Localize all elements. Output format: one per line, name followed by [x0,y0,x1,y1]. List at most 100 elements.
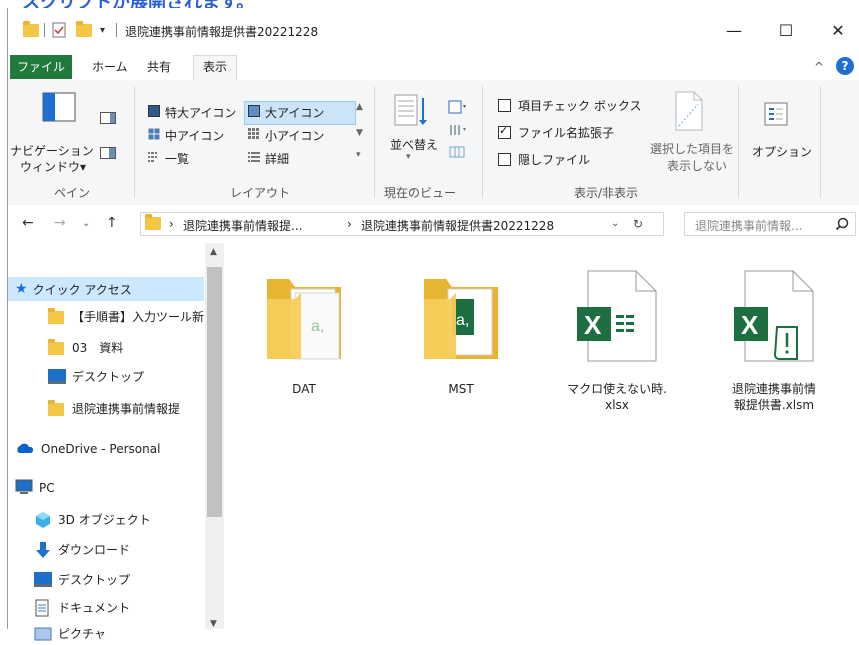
group-by-icon[interactable] [448,100,468,117]
scrollbar-thumb[interactable] [207,267,222,517]
file-name: MST [448,382,474,396]
navigation-pane-dropdown[interactable]: ウィンドウ▾ [20,158,86,175]
nav-item-discharge[interactable]: 退院連携事前情報提 [8,396,204,420]
forward-button[interactable]: → [54,215,66,231]
pc-icon [15,479,33,498]
file-name: 退院連携事前情 [731,382,816,396]
nav-pc[interactable]: PC [8,476,204,500]
search-input[interactable]: 退院連携事前情報... [695,217,802,234]
nav-item-label: ダウンロード [58,542,131,557]
options-button[interactable]: オプション [752,143,812,160]
address-chevron-icon[interactable]: › [347,217,352,231]
layout-scroll-down-icon[interactable]: ▼ [356,128,363,138]
collapse-ribbon-icon[interactable]: ^ [814,60,824,74]
tab-view[interactable]: 表示 [193,55,238,81]
back-button[interactable]: ← [22,215,34,231]
address-bar[interactable]: › 退院連携事前情報提... › 退院連携事前情報提供書20221228 ⌄ ↻ [140,212,664,236]
tab-file[interactable]: ファイル [10,55,73,79]
cube-icon [34,510,52,528]
refresh-icon[interactable]: ↻ [633,217,643,231]
file-item[interactable]: a, MST [401,265,521,396]
new-folder-icon[interactable] [76,20,92,38]
file-item[interactable]: X 退院連携事前情 報提供書.xlsm [714,265,834,415]
breadcrumb-current[interactable]: 退院連携事前情報提供書20221228 [361,217,554,234]
up-button[interactable]: ↑ [106,215,118,231]
tab-home[interactable]: ホーム [83,56,137,78]
file-extensions-label[interactable]: ファイル名拡張子 [518,124,614,141]
address-dropdown-icon[interactable]: ⌄ [611,218,619,229]
star-icon: ★ [15,281,28,297]
preview-pane-icon[interactable] [100,112,116,127]
nav-downloads[interactable]: ダウンロード [8,537,204,561]
small-icons-option[interactable]: 小アイコン [265,127,324,144]
file-item[interactable]: X マクロ使えない時. xlsx [557,265,677,415]
details-pane-icon[interactable] [100,147,116,162]
group-label-current-view: 現在のビュー [384,186,457,200]
nav-item-manual[interactable]: 【手順書】入力ツール新 [8,304,204,328]
large-icons-icon [248,105,260,120]
scroll-down-icon[interactable]: ▼ [210,619,217,629]
nav-pictures[interactable]: ピクチャ [8,621,204,645]
layout-scroll-up-icon[interactable]: ▲ [356,102,363,112]
file-extensions-checkbox[interactable] [498,124,511,139]
medium-icons-option[interactable]: 中アイコン [165,127,224,144]
nav-pc-desktop[interactable]: デスクトップ [8,567,204,591]
nav-onedrive[interactable]: OneDrive - Personal [8,437,204,461]
hidden-items-checkbox[interactable] [498,153,511,166]
folder-icon [48,399,66,417]
nav-item-label: 【手順書】入力ツール新 [72,309,204,324]
recent-locations-icon[interactable]: ⌄ [82,218,90,229]
nav-quick-access[interactable]: ★ クイック アクセス [8,277,204,301]
navigation-pane: ★ クイック アクセス 【手順書】入力ツール新 03 資料 デスクトップ 退院連… [8,243,224,641]
nav-item-label: ピクチャ [58,626,106,641]
excel-macro-file-icon: X [734,270,814,362]
maximize-button[interactable]: ☐ [764,8,808,52]
hide-selected-label[interactable]: 選択した項目を [650,140,734,157]
extra-large-icons-option[interactable]: 特大アイコン [165,104,236,121]
nav-item-materials[interactable]: 03 資料 [8,335,204,359]
nav-item-desktop[interactable]: デスクトップ [8,364,204,388]
item-checkboxes-label[interactable]: 項目チェック ボックス [518,97,641,114]
minimize-button[interactable]: — [712,8,756,52]
nav-documents[interactable]: ドキュメント [8,595,204,619]
customize-toolbar-icon[interactable]: ▾ [100,22,105,38]
ribbon: ナビゲーション ウィンドウ▾ ペイン 特大アイコン 大アイコン ▲ 中アイコン … [8,80,859,206]
size-columns-icon[interactable] [448,144,466,163]
tab-share[interactable]: 共有 [138,56,180,78]
properties-icon[interactable] [52,22,66,38]
help-icon[interactable]: ? [836,57,854,75]
search-icon[interactable] [835,217,849,234]
add-columns-icon[interactable] [448,123,468,140]
nav-item-label: 3D オブジェクト [58,512,151,527]
nav-3d-objects[interactable]: 3D オブジェクト [8,507,204,531]
nav-item-label: デスクトップ [58,572,131,587]
sort-by-icon[interactable] [394,94,428,133]
hidden-items-label[interactable]: 隠しファイル [518,151,590,168]
hide-selected-label-2[interactable]: 表示しない [667,157,727,174]
hide-selected-items-icon[interactable] [674,90,704,135]
layout-more-icon[interactable]: ▾ [356,150,361,160]
nav-scrollbar[interactable]: ▲ ▼ [205,243,224,629]
svg-text:a,: a, [311,318,324,335]
search-box[interactable]: 退院連携事前情報... [684,212,856,236]
address-folder-icon [145,214,161,230]
navigation-pane-label[interactable]: ナビゲーション [10,142,94,159]
nav-item-label: ドキュメント [58,600,131,615]
sort-by-label[interactable]: 並べ替え [390,136,438,153]
scroll-up-icon[interactable]: ▲ [210,247,217,257]
download-icon [34,540,52,558]
address-chevron-icon[interactable]: › [169,217,174,231]
details-view-option[interactable]: 詳細 [265,150,289,167]
file-item[interactable]: a, DAT [244,265,364,396]
desktop-icon [34,570,52,588]
cloud-icon [15,442,35,457]
large-icons-option[interactable]: 大アイコン [265,104,324,121]
close-button[interactable]: ✕ [816,8,859,52]
item-checkboxes-checkbox[interactable] [498,99,511,112]
nav-onedrive-label: OneDrive - Personal [41,442,161,456]
options-icon[interactable] [764,102,788,129]
list-view-option[interactable]: 一覧 [165,150,189,167]
breadcrumb-parent[interactable]: 退院連携事前情報提... [183,217,302,234]
navigation-pane-icon[interactable] [42,92,76,125]
sort-by-dropdown-icon[interactable]: ▾ [406,152,411,162]
